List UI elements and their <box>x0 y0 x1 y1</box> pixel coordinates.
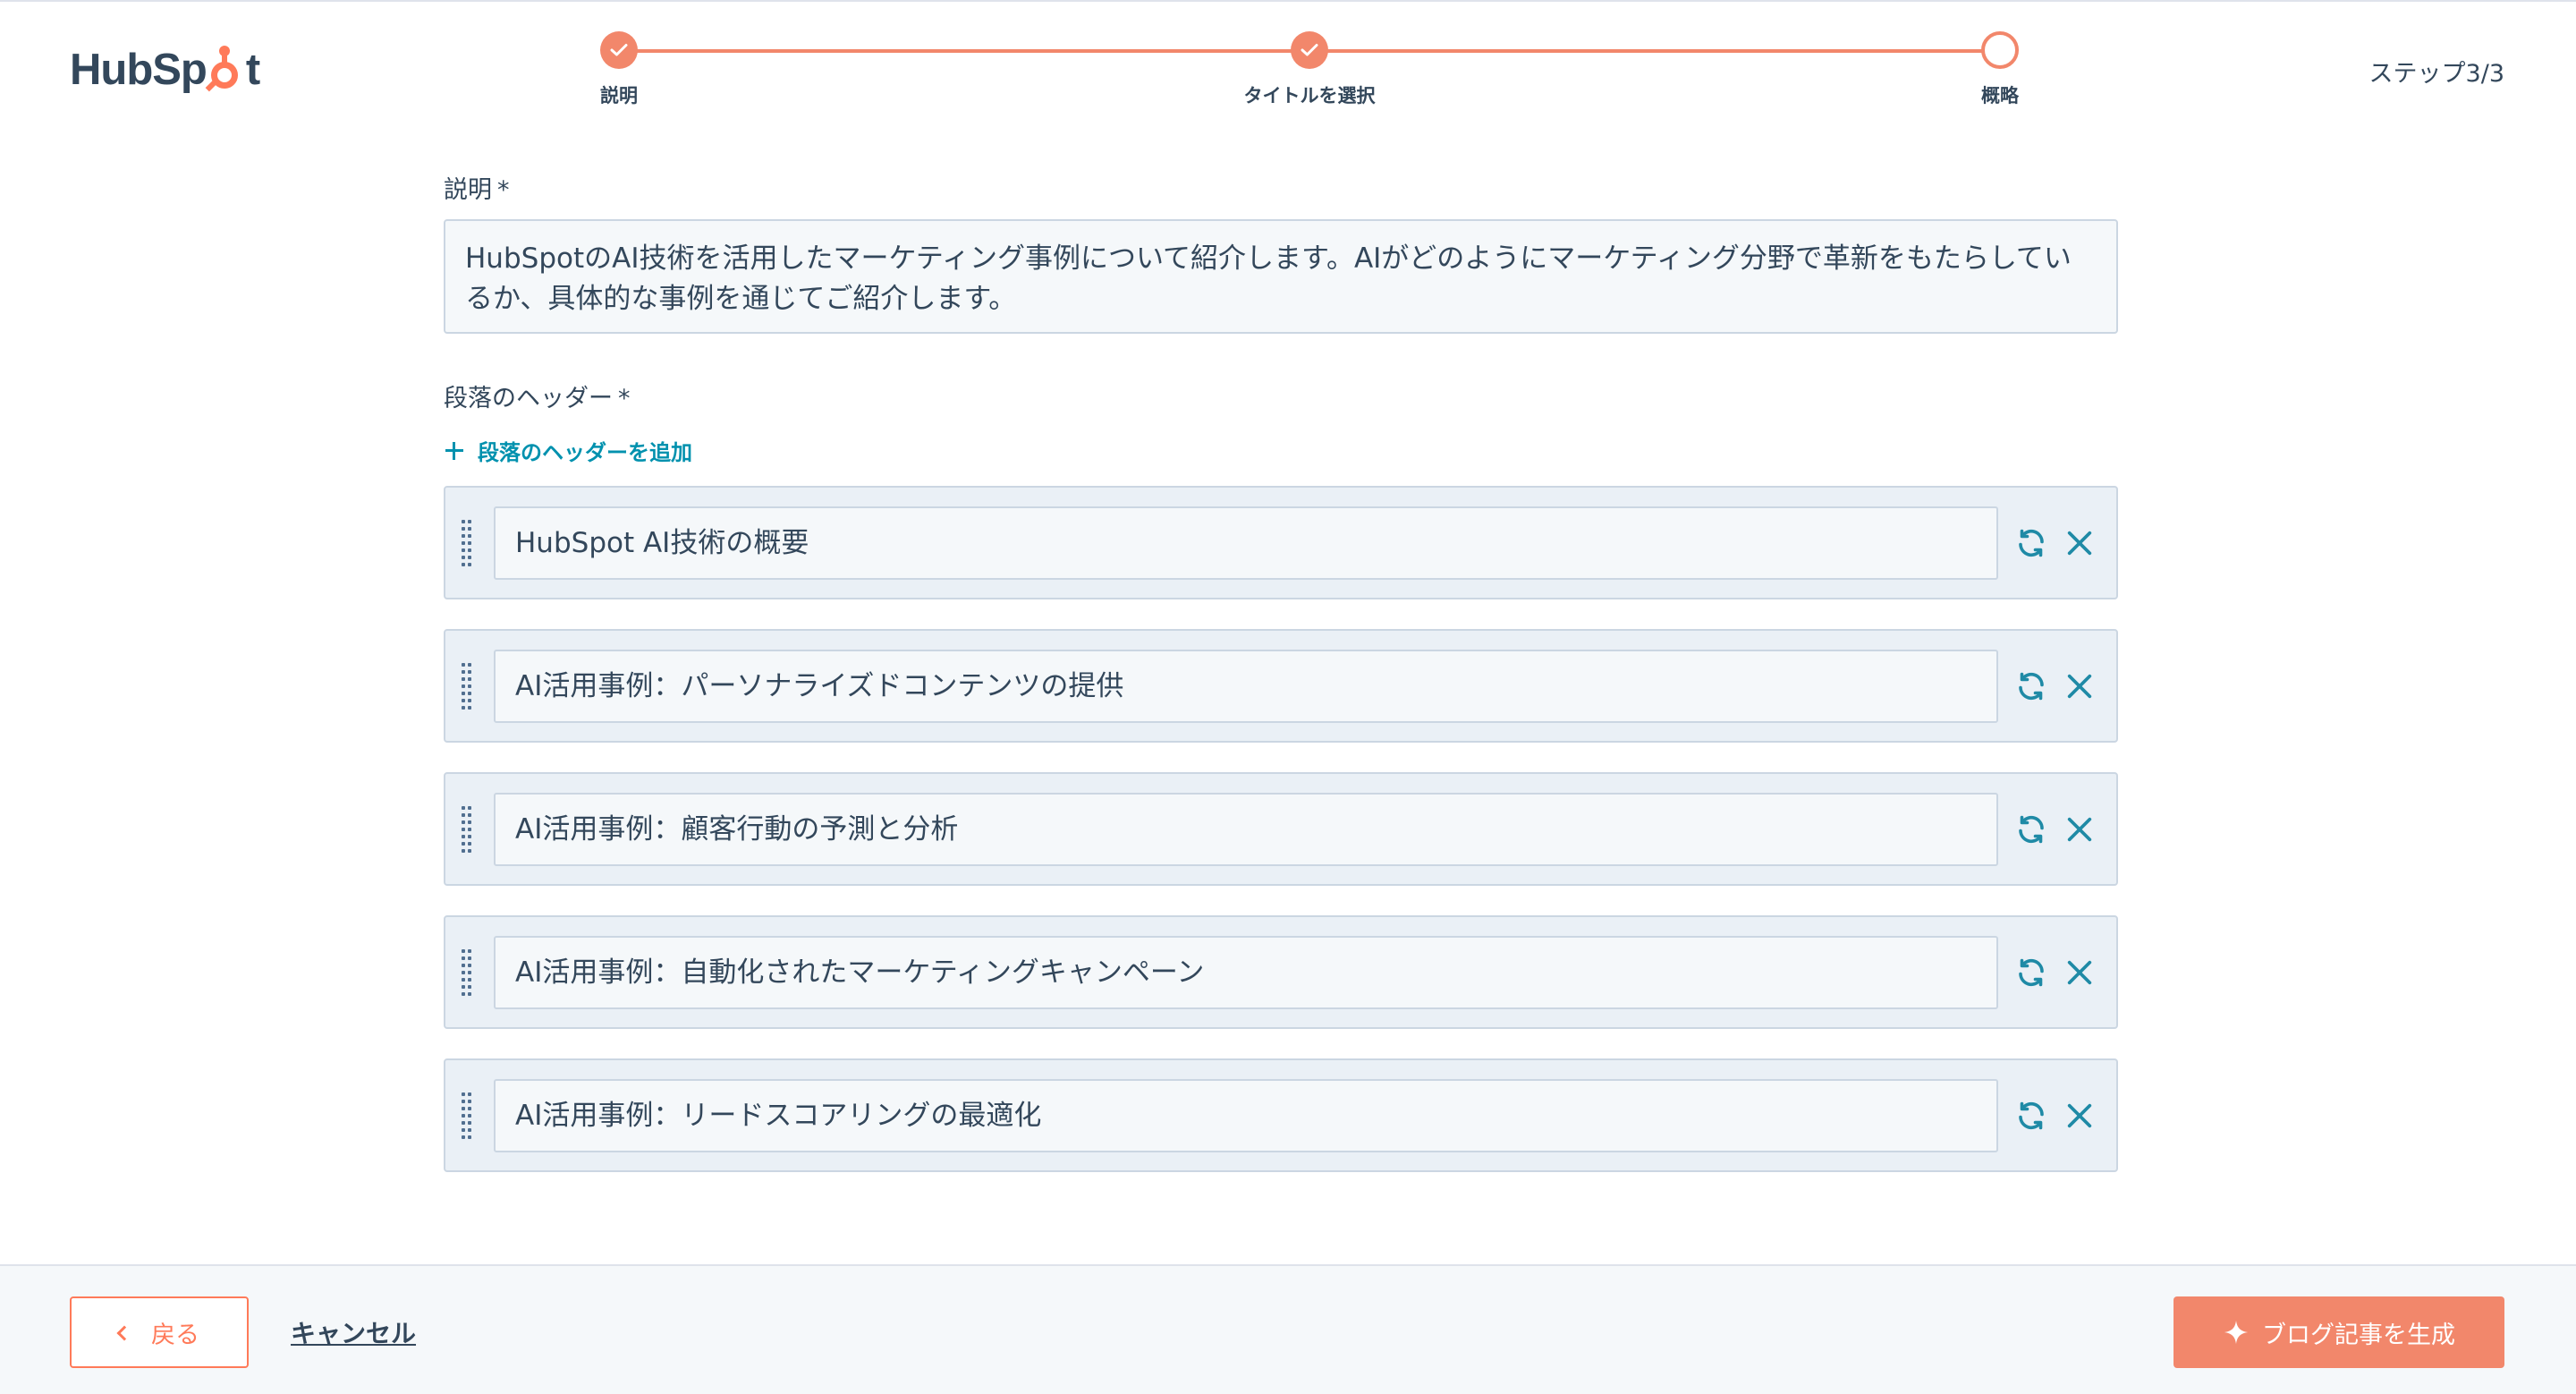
header-row: HubSpot AI技術の概要 <box>444 486 2118 599</box>
cancel-link[interactable]: キャンセル <box>291 1314 416 1350</box>
refresh-icon[interactable] <box>2013 1098 2049 1134</box>
step-label: 説明 <box>600 85 638 106</box>
header-row: AI活用事例：パーソナライズドコンテンツの提供 <box>444 629 2118 743</box>
add-header-link[interactable]: 段落のヘッダーを追加 <box>444 435 2118 466</box>
logo-text-left: HubSp <box>70 46 208 94</box>
add-header-label: 段落のヘッダーを追加 <box>478 440 692 465</box>
plus-icon <box>444 440 465 462</box>
description-label-text: 説明 <box>444 176 492 204</box>
close-icon[interactable] <box>2062 1098 2097 1134</box>
step-label: タイトルを選択 <box>1243 85 1376 106</box>
step-label: 概略 <box>1981 85 2019 106</box>
header-input[interactable]: AI活用事例：リードスコアリングの最適化 <box>494 1079 1998 1152</box>
header-row: AI活用事例：自動化されたマーケティングキャンペーン <box>444 915 2118 1029</box>
refresh-icon[interactable] <box>2013 668 2049 704</box>
header-input[interactable]: AI活用事例：顧客行動の予測と分析 <box>494 793 1998 866</box>
footer-bar: 戻る キャンセル ブログ記事を生成 <box>0 1264 2576 1394</box>
progress-stepper: 説明 タイトルを選択 概略 <box>600 31 2019 112</box>
header-input[interactable]: AI活用事例：自動化されたマーケティングキャンペーン <box>494 936 1998 1009</box>
drag-handle-icon[interactable] <box>462 520 474 566</box>
close-icon[interactable] <box>2062 955 2097 990</box>
step-select-title[interactable]: タイトルを選択 <box>1175 31 1444 108</box>
headers-label-text: 段落のヘッダー <box>444 385 613 412</box>
drag-handle-icon[interactable] <box>462 806 474 853</box>
required-mark: * <box>618 385 631 412</box>
refresh-icon[interactable] <box>2013 955 2049 990</box>
header-row: AI活用事例：顧客行動の予測と分析 <box>444 772 2118 886</box>
sparkle-icon <box>2223 1319 2250 1346</box>
header-list: HubSpot AI技術の概要 AI活用事例：パーソナライズドコンテンツの提供 <box>444 486 2118 1172</box>
header-row: AI活用事例：リードスコアリングの最適化 <box>444 1058 2118 1172</box>
close-icon[interactable] <box>2062 812 2097 847</box>
top-border <box>0 0 2576 2</box>
headers-label: 段落のヘッダー * <box>444 378 2118 413</box>
drag-handle-icon[interactable] <box>462 1092 474 1139</box>
close-icon[interactable] <box>2062 525 2097 561</box>
back-button[interactable]: 戻る <box>70 1296 249 1368</box>
step-counter: ステップ3/3 <box>2368 60 2504 88</box>
logo-text-right: t <box>245 46 260 94</box>
header-input[interactable]: HubSpot AI技術の概要 <box>494 506 1998 580</box>
generate-blog-post-button[interactable]: ブログ記事を生成 <box>2174 1296 2504 1368</box>
description-field[interactable]: HubSpotのAI技術を活用したマーケティング事例について紹介します。AIがど… <box>444 219 2118 334</box>
sprocket-icon <box>205 46 245 92</box>
chevron-left-icon <box>116 1325 132 1341</box>
back-button-label: 戻る <box>151 1321 199 1349</box>
step-description[interactable]: 説明 <box>485 31 753 108</box>
hubspot-logo: HubSp t <box>70 41 260 98</box>
step-outline[interactable]: 概略 <box>1866 31 2134 108</box>
drag-handle-icon[interactable] <box>462 949 474 996</box>
outline-form: 説明 * HubSpotのAI技術を活用したマーケティング事例について紹介します。… <box>444 170 2118 1202</box>
refresh-icon[interactable] <box>2013 812 2049 847</box>
step-checkmark-icon <box>600 31 638 69</box>
refresh-icon[interactable] <box>2013 525 2049 561</box>
required-mark: * <box>497 176 510 204</box>
description-label: 説明 * <box>444 170 2118 205</box>
close-icon[interactable] <box>2062 668 2097 704</box>
header-input[interactable]: AI活用事例：パーソナライズドコンテンツの提供 <box>494 650 1998 723</box>
step-current-circle-icon <box>1981 31 2019 69</box>
step-checkmark-icon <box>1291 31 1328 69</box>
drag-handle-icon[interactable] <box>462 663 474 710</box>
generate-button-label: ブログ記事を生成 <box>2262 1321 2455 1349</box>
